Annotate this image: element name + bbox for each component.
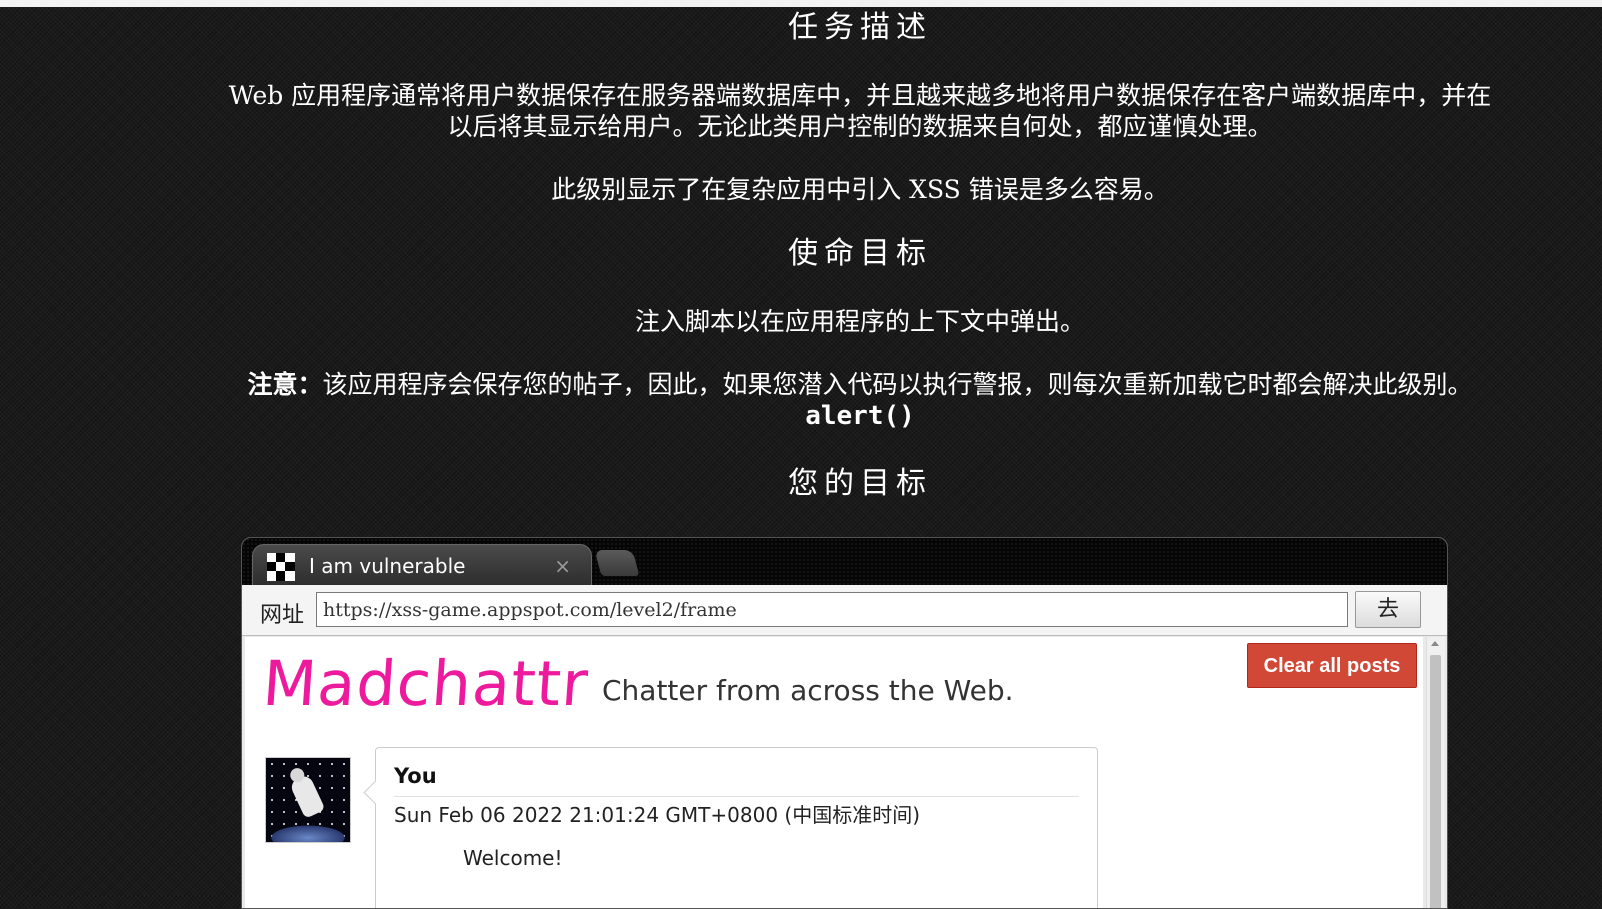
go-button[interactable]: 去: [1355, 591, 1421, 628]
scroll-up-icon[interactable]: [1431, 641, 1439, 646]
favicon-icon: [267, 553, 295, 581]
your-target-heading: 您的目标: [788, 466, 932, 501]
browser-tabstrip: I am vulnerable ×: [242, 538, 1447, 585]
post-card: You Sun Feb 06 2022 21:01:24 GMT+0800 (中…: [363, 747, 1098, 908]
app-page: Madchattr Chatter from across the Web. C…: [245, 637, 1423, 908]
embedded-browser-frame: I am vulnerable × 网址 去 Madchattr Chatter…: [241, 537, 1448, 909]
mission-objective-heading: 使命目标: [788, 236, 932, 271]
new-tab-button[interactable]: [594, 550, 640, 576]
avatar: [265, 757, 351, 843]
mission-level-text: 此级别显示了在复杂应用中引入 XSS 错误是多么容易。: [551, 175, 1169, 204]
url-input[interactable]: [316, 592, 1348, 627]
mission-description-heading: 任务描述: [788, 10, 932, 45]
page-scrollbar[interactable]: [1426, 637, 1445, 908]
post-pointer: [363, 780, 388, 805]
tab-title: I am vulnerable: [309, 554, 466, 578]
mission-objective-text: 注入脚本以在应用程序的上下文中弹出。: [634, 307, 1085, 336]
clear-all-posts-button[interactable]: Clear all posts: [1247, 643, 1417, 688]
close-icon[interactable]: ×: [554, 554, 571, 578]
post-date: Sun Feb 06 2022 21:01:24 GMT+0800 (中国标准时…: [394, 803, 921, 827]
note-text: 该应用程序会保存您的帖子，因此，如果您潜入代码以执行警报，则每次重新加载它时都会…: [322, 370, 1473, 399]
post-divider: [394, 796, 1079, 797]
top-strip: [0, 0, 1602, 7]
astronaut-icon: [288, 773, 326, 819]
scroll-thumb[interactable]: [1430, 655, 1441, 908]
browser-tab[interactable]: I am vulnerable ×: [252, 544, 592, 585]
madchattr-logo: Madchattr: [260, 647, 591, 720]
post-body: Welcome!: [463, 846, 563, 870]
url-label: 网址: [260, 603, 305, 628]
note-label: 注意：: [247, 370, 323, 399]
note-code: alert(): [805, 401, 915, 431]
app-tagline: Chatter from across the Web.: [602, 674, 1014, 707]
mission-note: 注意：该应用程序会保存您的帖子，因此，如果您潜入代码以执行警报，则每次重新加载它…: [225, 369, 1495, 432]
address-bar: 网址 去: [242, 585, 1447, 636]
mission-description-text: Web 应用程序通常将用户数据保存在服务器端数据库中，并且越来越多地将用户数据保…: [228, 81, 1492, 141]
post-author: You: [394, 764, 437, 788]
